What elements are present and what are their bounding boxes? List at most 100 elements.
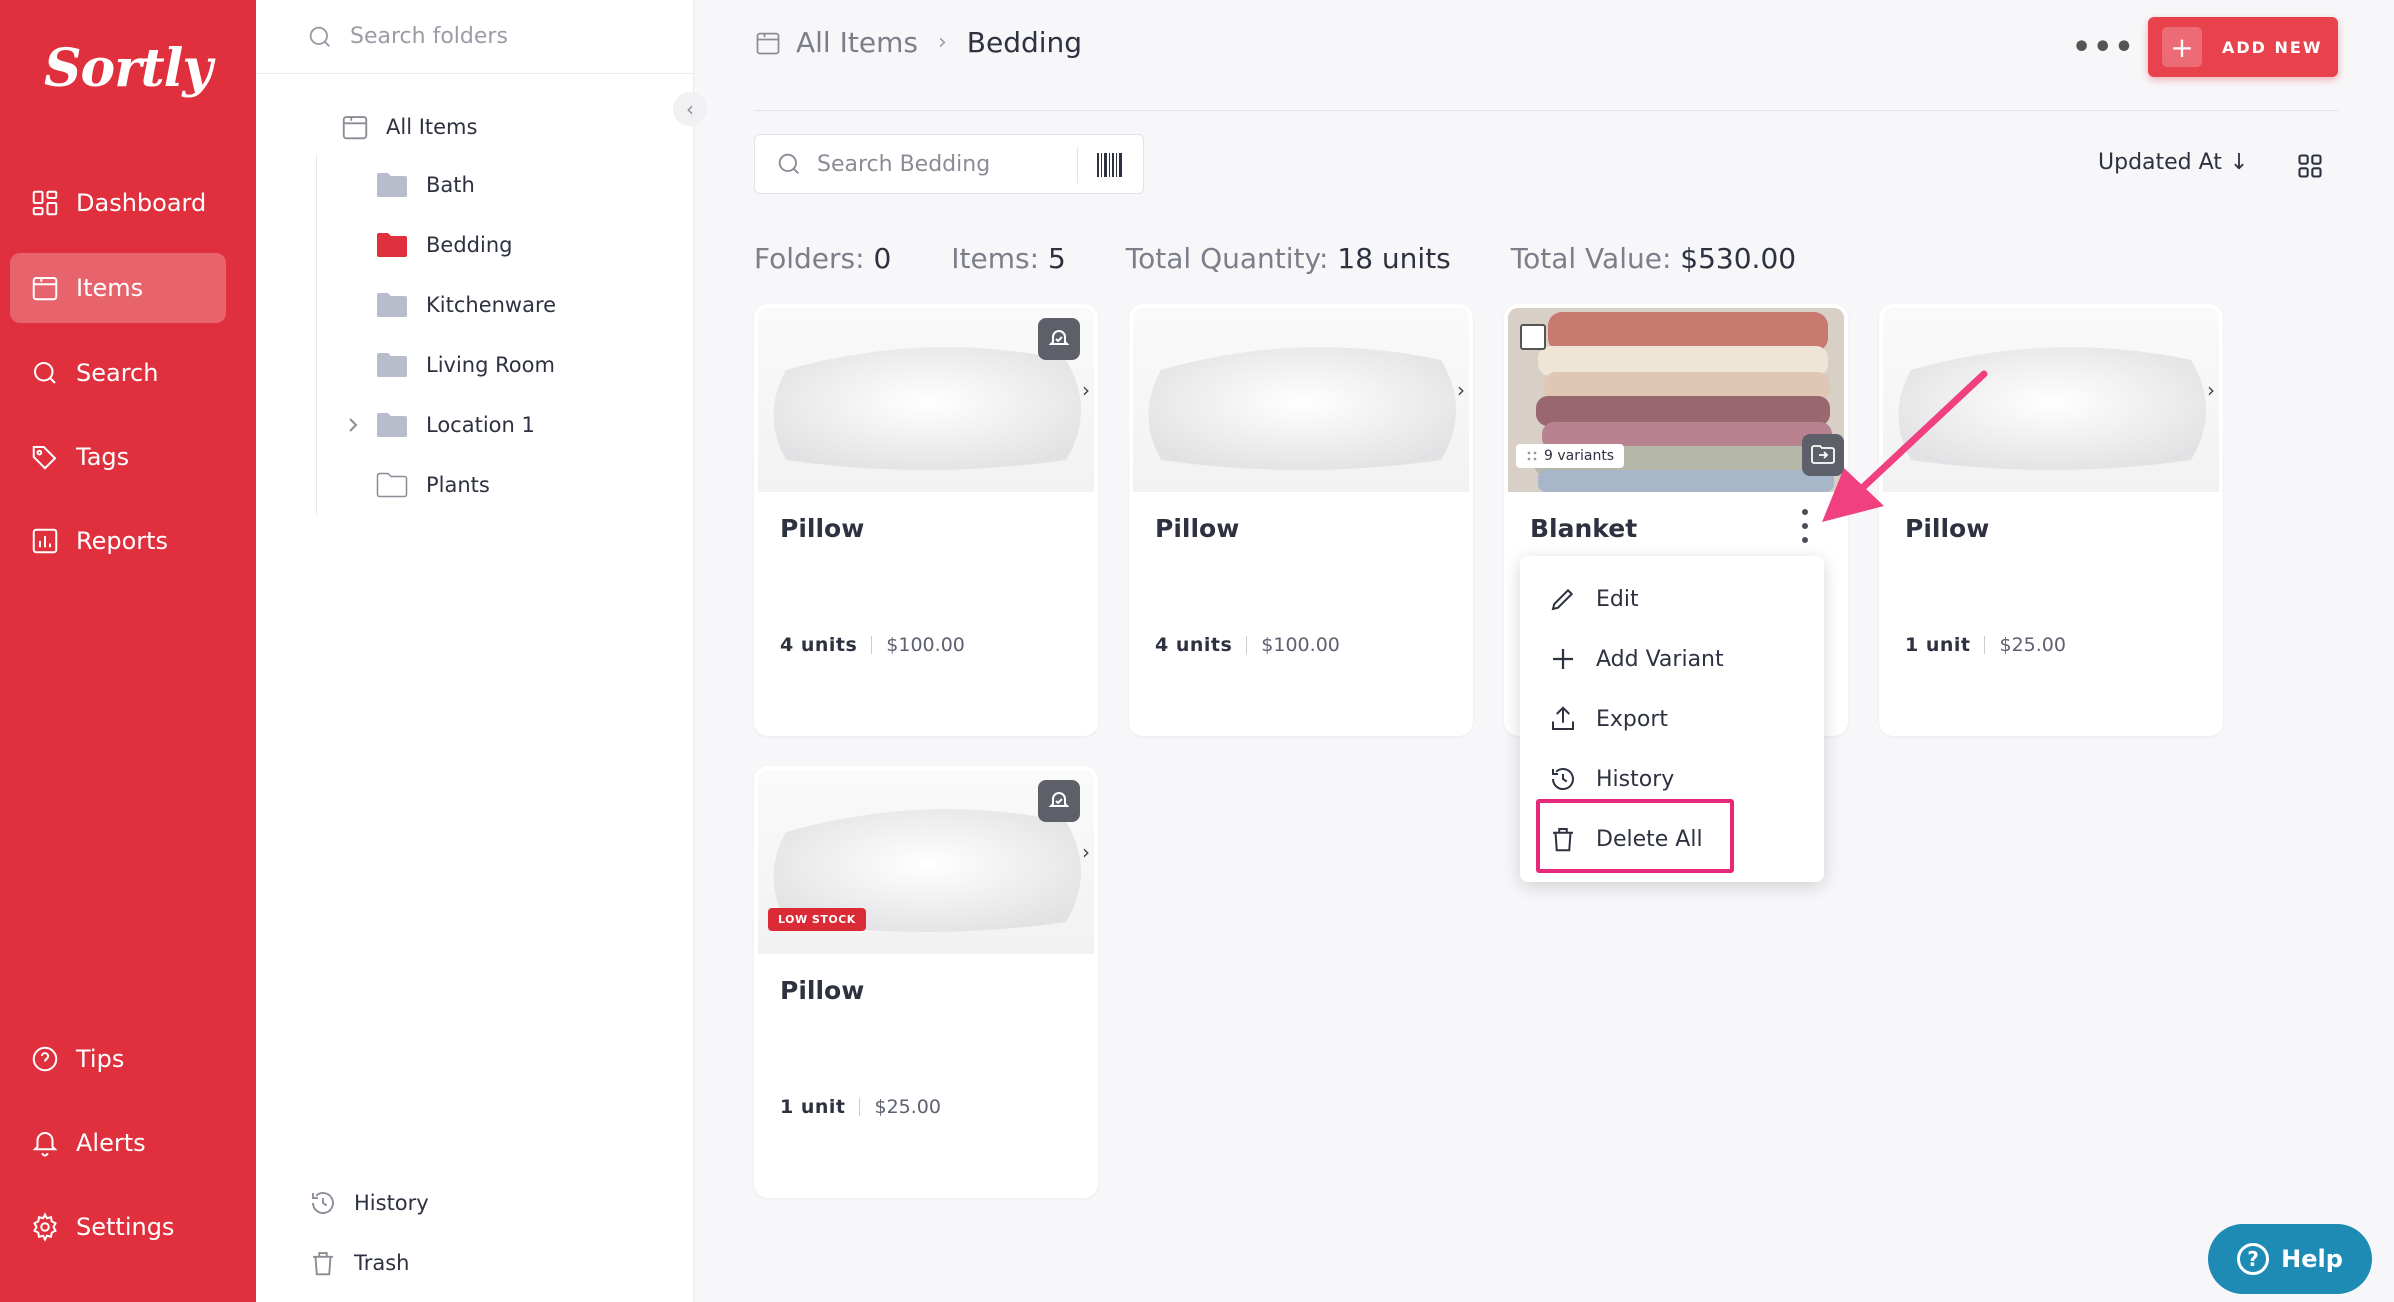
grid-icon	[1526, 450, 1538, 462]
chevron-right-icon[interactable]	[346, 415, 360, 435]
item-title: Pillow	[780, 976, 865, 1005]
item-search-input[interactable]	[817, 151, 1077, 177]
bell-icon	[32, 1132, 58, 1157]
items-icon	[32, 277, 58, 301]
folder-all-items[interactable]: All Items	[340, 112, 477, 142]
folder-plants[interactable]: Plants	[376, 472, 490, 498]
trash-label: Trash	[354, 1251, 410, 1275]
reports-icon	[32, 528, 58, 554]
folder-trash-link[interactable]: Trash	[308, 1248, 410, 1278]
item-card[interactable]: › LOW STOCK Pillow 1 unit $25.00	[754, 766, 1098, 1198]
nav-dashboard[interactable]: Dashboard	[10, 168, 226, 238]
menu-add-variant[interactable]: Add Variant	[1548, 644, 1724, 674]
sort-arrow-icon: ↓	[2229, 150, 2249, 175]
sortly-logo[interactable]: Sortly	[44, 38, 213, 99]
nav-reports[interactable]: Reports	[10, 506, 226, 576]
search-divider	[1077, 147, 1078, 183]
chevron-right-icon: ›	[1082, 840, 1090, 864]
plus-icon	[1553, 649, 1573, 669]
annotation-arrow	[1822, 370, 1988, 522]
delete-all-highlight	[1536, 799, 1734, 873]
chevron-right-icon: ›	[2207, 378, 2215, 402]
history-icon	[312, 1192, 334, 1214]
nav-alerts-label: Alerts	[76, 1129, 146, 1157]
chevron-left-icon: ‹	[686, 97, 694, 121]
nav-tags[interactable]: Tags	[10, 422, 226, 492]
plus-icon: +	[2162, 27, 2202, 67]
item-card[interactable]: › Pillow 4 units $100.00	[754, 304, 1098, 736]
folder-search	[256, 0, 694, 74]
grid-view-icon[interactable]	[2296, 152, 2324, 180]
stat-folders: Folders: 0	[754, 242, 892, 275]
nav-settings-label: Settings	[76, 1213, 175, 1241]
folder-outline-icon	[376, 472, 408, 498]
sort-label: Updated At	[2098, 150, 2222, 175]
nav-tags-label: Tags	[76, 443, 130, 471]
pillow-image	[1148, 347, 1456, 470]
low-stock-badge: LOW STOCK	[768, 908, 866, 931]
folder-label: Location 1	[426, 413, 535, 437]
help-button[interactable]: ? Help	[2208, 1224, 2372, 1294]
tree-guide	[316, 155, 317, 515]
history-icon	[1552, 768, 1574, 791]
trash-icon	[313, 1252, 333, 1276]
folder-icon	[377, 233, 407, 257]
item-meta: 4 units $100.00	[780, 634, 965, 656]
folder-bedding[interactable]: Bedding	[376, 232, 512, 258]
variants-badge: 9 variants	[1516, 444, 1625, 468]
alert-set-icon[interactable]	[1038, 318, 1080, 360]
select-checkbox[interactable]	[1520, 324, 1546, 350]
nav-search[interactable]: Search	[10, 338, 226, 408]
add-new-button[interactable]: + ADD NEW	[2148, 17, 2338, 77]
summary-stats: Folders: 0 Items: 5 Total Quantity: 18 u…	[754, 242, 1856, 275]
item-card[interactable]: › Pillow 4 units $100.00	[1129, 304, 1473, 736]
gear-icon	[33, 1212, 57, 1242]
add-new-label: ADD NEW	[2222, 37, 2323, 57]
stat-quantity: Total Quantity: 18 units	[1125, 242, 1451, 275]
item-title: Pillow	[780, 514, 865, 543]
export-icon	[1552, 706, 1574, 730]
folder-label: Plants	[426, 473, 490, 497]
folder-search-input[interactable]	[350, 24, 650, 49]
menu-history[interactable]: History	[1548, 764, 1674, 794]
folder-label: Bath	[426, 173, 475, 197]
search-icon	[309, 26, 330, 47]
barcode-icon[interactable]	[1096, 150, 1124, 180]
nav-items[interactable]: Items	[10, 253, 226, 323]
item-thumbnail: ›	[1133, 308, 1469, 492]
more-options-button[interactable]: •••	[2072, 30, 2136, 65]
dashboard-icon	[32, 190, 58, 216]
folder-icon	[377, 293, 407, 317]
help-label: Help	[2281, 1245, 2343, 1273]
collapse-panel-button[interactable]: ‹	[673, 92, 707, 126]
folder-label: Bedding	[426, 233, 513, 257]
menu-export[interactable]: Export	[1548, 704, 1668, 734]
history-label: History	[354, 1191, 429, 1215]
folder-bath[interactable]: Bath	[376, 172, 475, 198]
alert-set-icon[interactable]	[1038, 780, 1080, 822]
folder-kitchenware[interactable]: Kitchenware	[376, 292, 556, 318]
help-icon: ?	[2237, 1243, 2270, 1275]
item-title: Blanket	[1530, 514, 1638, 543]
nav-alerts[interactable]: Alerts	[10, 1108, 226, 1178]
sort-control[interactable]: Updated At ↓	[2098, 150, 2248, 175]
breadcrumb-current: Bedding	[966, 26, 1083, 59]
folder-label: Kitchenware	[426, 293, 557, 317]
folder-history-link[interactable]: History	[308, 1188, 429, 1218]
nav-tips[interactable]: Tips	[10, 1024, 226, 1094]
breadcrumb-all-items[interactable]: All Items	[796, 26, 918, 59]
nav-items-label: Items	[76, 274, 144, 302]
item-meta: 1 unit $25.00	[1905, 634, 2066, 656]
folder-living-room[interactable]: Living Room	[376, 352, 555, 378]
folder-location-1[interactable]: Location 1	[346, 412, 535, 438]
nav-settings[interactable]: Settings	[10, 1192, 226, 1262]
items-icon	[342, 116, 368, 140]
stat-items: Items: 5	[951, 242, 1066, 275]
header-divider	[754, 110, 2338, 111]
tips-icon	[32, 1046, 58, 1072]
main-nav: Sortly Dashboard Items Search Tags Repor…	[0, 0, 256, 1302]
menu-edit[interactable]: Edit	[1548, 584, 1639, 614]
folder-icon	[377, 413, 407, 437]
item-meta: 4 units $100.00	[1155, 634, 1340, 656]
folder-label: All Items	[386, 115, 478, 139]
